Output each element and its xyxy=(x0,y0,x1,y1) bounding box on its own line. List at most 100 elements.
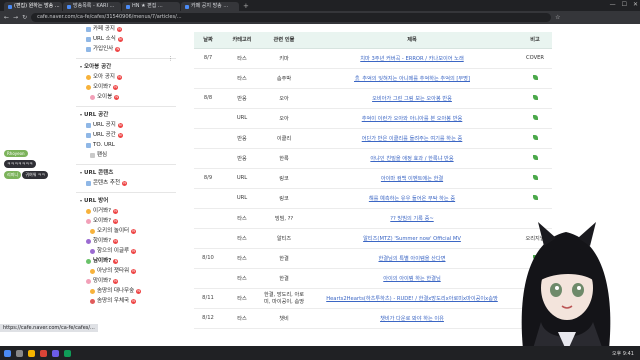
board-icon xyxy=(86,26,91,32)
post-link[interactable]: 어딘가 반은 이클리를 들려주는 여기를 하는 중 xyxy=(362,136,463,142)
sidebar-item[interactable]: 콘텐츠 추천 N xyxy=(86,178,176,188)
app-icon[interactable] xyxy=(52,349,59,357)
sidebar-item[interactable]: 솜땅의 대나무숲 N xyxy=(90,286,176,296)
browser-tab[interactable]: 방송목록 - KARI ... xyxy=(63,2,121,11)
tab-label: HN ★ 편집 ... xyxy=(132,3,163,9)
sidebar-item-label: 솜땅의 대나무숲 xyxy=(97,288,135,294)
post-link[interactable]: Hearts2Hearts(하츠투하츠) - RUDE! / 한결x망도리x아로… xyxy=(326,296,498,302)
post-link[interactable]: 아이마 컴백 이벤트에는 한결 xyxy=(381,176,443,182)
new-tab-button[interactable]: + xyxy=(240,2,252,11)
leaf-icon xyxy=(532,134,538,140)
post-link[interactable]: 치마 3주년 커버곡 - ERROR / 카나모이어 노래 xyxy=(360,56,463,62)
forward-icon[interactable]: → xyxy=(13,14,18,21)
column-header: 비고 xyxy=(518,32,552,49)
app-icon[interactable] xyxy=(64,349,71,357)
sidebar-category[interactable]: ▾ URL 방어 xyxy=(80,196,176,206)
sidebar-category[interactable]: ▾ URL 공간 xyxy=(80,110,176,120)
sidebar-item[interactable]: URL 공간 N xyxy=(86,130,176,140)
sidebar-item-label: 솜땅의 우체국 xyxy=(97,298,130,304)
sidebar-item[interactable]: 오이봉 N xyxy=(90,92,176,102)
person-cell: 오아 xyxy=(262,88,306,109)
post-link[interactable]: ?? 빙빔의 기록 중~ xyxy=(390,216,433,222)
title-cell[interactable]: 오비아가 그린 그림 보는 오아봉 반응 xyxy=(306,88,518,109)
emoji-icon xyxy=(86,218,91,224)
badge-text: 귀여워 ㅋㅋ xyxy=(25,172,45,177)
person-cell: 알티즈 xyxy=(262,228,306,249)
table-row[interactable]: URL 오아 추억이 이런가 오아와 아니아를 본 오아봉 반응 xyxy=(194,108,552,129)
title-cell[interactable]: 치마 3주년 커버곡 - ERROR / 카나모이어 노래 xyxy=(306,48,518,69)
sidebar-item[interactable]: 솜땅의 우체국 N xyxy=(90,296,176,306)
sidebar-item[interactable]: 오이봐? N xyxy=(86,82,176,92)
new-badge: N xyxy=(117,26,122,32)
table-row[interactable]: 8/7 타스 키마 치마 3주년 커버곡 - ERROR / 카나모이어 노래 COVE… xyxy=(194,48,552,69)
title-cell[interactable]: 아냐인 친밀을 애정 효과 / 한록냐 반응 xyxy=(306,148,518,169)
post-link[interactable]: 한결님의 특별 아이템을 산다면 xyxy=(379,256,446,262)
back-icon[interactable]: ← xyxy=(4,14,9,21)
category-cell: 타스 xyxy=(222,48,262,69)
sidebar-category[interactable]: ▾ URL 콘텐츠 xyxy=(80,168,176,178)
close-icon[interactable]: ✕ xyxy=(633,1,638,8)
title-cell[interactable]: 추억이 이런가 오아와 아니아를 본 오아봉 반응 xyxy=(306,108,518,129)
board-icon xyxy=(86,132,91,138)
url-input[interactable]: cafe.naver.com/ca-fe/cafes/31540906/menu… xyxy=(31,13,552,22)
minimize-icon[interactable]: — xyxy=(610,1,616,8)
post-link[interactable]: 아이의 아이템 하는 한결님 xyxy=(383,276,440,282)
post-link[interactable]: 아냐인 친밀을 애정 효과 / 한록냐 반응 xyxy=(370,156,453,162)
table-row[interactable]: 반응 한록 아냐인 친밀을 애정 효과 / 한록냐 반응 xyxy=(194,148,552,169)
maximize-icon[interactable]: ☐ xyxy=(622,1,627,8)
search-icon[interactable] xyxy=(16,349,23,357)
post-link[interactable]: 알티즈(MTZ) 'Summer now' Official MV xyxy=(363,236,461,242)
chrome-icon[interactable] xyxy=(40,349,47,357)
sidebar-item-greeting[interactable]: 가입인사 N xyxy=(86,44,176,54)
browser-tab[interactable]: 카페 공지 방송 ... xyxy=(181,2,239,11)
sidebar-item[interactable]: 아냥의 잿타워 N xyxy=(90,266,176,276)
divider xyxy=(76,106,176,107)
new-badge: N xyxy=(131,268,137,274)
sidebar-item[interactable]: 남이봐? N xyxy=(86,256,176,266)
new-badge: N xyxy=(131,228,137,234)
sidebar-item[interactable]: 항이봐? N xyxy=(86,236,176,246)
chat-badges: Rhoyeon ㅋㅋㅋㅋㅋㅋㅋ 리피니 귀여워 ㅋㅋ xyxy=(4,150,48,182)
post-link[interactable]: 챗비가 다운로 봐야 하는 이유 xyxy=(380,316,444,322)
sidebar-item-label: 오아 공지 xyxy=(93,74,115,80)
reload-icon[interactable]: ↻ xyxy=(22,14,27,21)
title-cell[interactable]: 아이마 컴백 이벤트에는 한결 xyxy=(306,168,518,189)
sidebar-item[interactable]: 이거봐? N xyxy=(86,206,176,216)
start-icon[interactable] xyxy=(4,349,11,357)
sidebar-item[interactable]: TO. URL xyxy=(86,140,176,150)
browser-tab[interactable]: HN ★ 편집 ... xyxy=(122,2,180,11)
note-cell xyxy=(518,68,552,89)
board-icon xyxy=(86,180,91,186)
sidebar-item[interactable]: URL 공지 N xyxy=(86,120,176,130)
browser-tab[interactable]: (편집) 원하는 방송 ... xyxy=(4,2,62,11)
sidebar-item-url-news[interactable]: URL 소식 N xyxy=(86,34,176,44)
sidebar-item[interactable]: 팬심 xyxy=(90,150,176,160)
sidebar-item[interactable]: 오아 공지 N xyxy=(86,72,176,82)
collapse-icon: ▾ xyxy=(80,170,83,175)
table-row[interactable]: 반응 이클리 어딘가 반은 이클리를 들려주는 여기를 하는 중 xyxy=(194,128,552,149)
post-link[interactable]: 해를 예측하는 유우 들어온 부탁 하는 중 xyxy=(369,196,455,202)
star-icon[interactable]: ☆ xyxy=(555,14,560,21)
divider xyxy=(76,192,176,193)
sidebar-item[interactable]: 오이봐? N xyxy=(86,216,176,226)
sidebar-item[interactable]: 항으의 이글루 N xyxy=(90,246,176,256)
post-link[interactable]: 오비아가 그린 그림 보는 오아봉 반응 xyxy=(372,96,452,102)
sidebar-item[interactable]: 망이봐? N xyxy=(86,276,176,286)
folder-icon[interactable] xyxy=(28,349,35,357)
sidebar-toggle[interactable]: ⋮ xyxy=(168,56,173,62)
sidebar-item[interactable]: 오키의 놀이터 N xyxy=(90,226,176,236)
table-header-row: 날짜 카테고리 관련 인물 제목 비고 xyxy=(194,32,552,49)
sidebar-item-notice[interactable]: 카페 공지 N xyxy=(86,24,176,34)
post-link[interactable]: 추억이 이런가 오아와 아니아를 본 오아봉 반응 xyxy=(362,116,463,122)
table-row[interactable]: 타스 솜주박 🎗 추억의 잊혀지는 아니메를 추억하는 추억의 [무명] xyxy=(194,68,552,89)
title-cell[interactable]: 어딘가 반은 이클리를 들려주는 여기를 하는 중 xyxy=(306,128,518,149)
sidebar-category[interactable]: ▾ 오아봉 공간 xyxy=(80,62,176,72)
category-title: 오아봉 공간 xyxy=(84,64,112,70)
post-link[interactable]: 🎗 추억의 잊혀지는 아니메를 추억하는 추억의 [무명] xyxy=(354,76,470,82)
table-row[interactable]: 8/9 URL 링코 아이마 컴백 이벤트에는 한결 xyxy=(194,168,552,189)
user-badge: 리피니 xyxy=(4,171,22,179)
table-row[interactable]: 8/8 반응 오아 오비아가 그린 그림 보는 오아봉 반응 xyxy=(194,88,552,109)
title-cell[interactable]: 🎗 추억의 잊혀지는 아니메를 추억하는 추억의 [무명] xyxy=(306,68,518,89)
column-header: 카테고리 xyxy=(222,32,262,49)
user-badge: 귀여워 ㅋㅋ xyxy=(22,171,48,179)
